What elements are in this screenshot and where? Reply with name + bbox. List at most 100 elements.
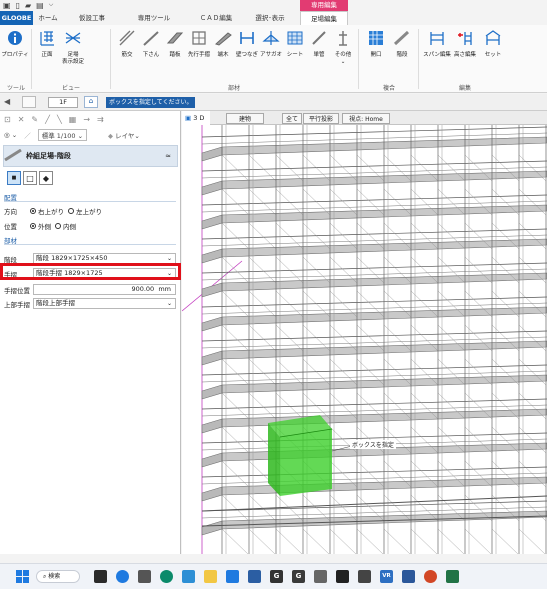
direction-up-left-radio[interactable] (68, 207, 74, 214)
tab-special-tools[interactable]: 専用ツール (134, 11, 174, 25)
open-folder-icon[interactable]: ▰ (25, 1, 31, 10)
edge-browser-icon[interactable] (116, 570, 129, 583)
point-mode-button[interactable]: ■ (7, 171, 21, 185)
brace-button[interactable]: 筋交 (114, 29, 140, 59)
ribbon: プロパティ 正面 足場 表示設定 筋交 下さん 踏板 先行手摺 端木 壁つなぎ ア… (0, 25, 547, 93)
mail-icon[interactable] (182, 570, 195, 583)
excel-icon[interactable] (446, 570, 459, 583)
qat-dropdown-icon[interactable]: ⌵ (49, 1, 54, 10)
vr-app-icon[interactable]: VR (380, 570, 393, 583)
wall-tie-button[interactable]: 壁つなぎ (234, 29, 260, 59)
floor-icon[interactable] (22, 96, 36, 108)
chevron-down-icon: ⌄ (340, 59, 346, 65)
opening-button[interactable]: 開口 (363, 29, 389, 59)
front-view-icon (38, 29, 56, 47)
undo-floor-icon[interactable]: ◀ (4, 97, 10, 106)
scaffold-model[interactable] (182, 111, 547, 554)
direction-up-right-radio[interactable] (30, 207, 36, 214)
asagao-button[interactable]: アサガオ (258, 29, 284, 59)
gloobe-architect-icon[interactable]: G (292, 570, 305, 583)
grid-icon[interactable]: ▦ (69, 115, 77, 124)
utility-icon[interactable] (358, 570, 371, 583)
single-pipe-button[interactable]: 単管 (306, 29, 332, 59)
taskbar-search[interactable]: ⌕ 検索 (36, 570, 80, 583)
height-edit-button[interactable]: 高さ編集 (452, 29, 478, 59)
quick-access-toolbar: ▣ ▯ ▰ ▤ ⌵ (3, 1, 53, 10)
tab-viewpoint[interactable]: 視点: Home (342, 113, 390, 124)
powerpoint-icon[interactable] (424, 570, 437, 583)
diagonal-icon[interactable]: ╲ (57, 115, 62, 124)
tab-all[interactable]: 全て (282, 113, 302, 124)
tab-cad-edit[interactable]: ＣＡＤ編集 (191, 11, 241, 25)
arrow-right-icon[interactable]: → (83, 115, 90, 124)
chat-icon[interactable] (160, 570, 173, 583)
set-button[interactable]: セット (480, 29, 506, 59)
tab-parallel-projection[interactable]: 平行投影 (303, 113, 339, 124)
app-menu-icon[interactable]: ▣ (3, 1, 11, 10)
word-icon[interactable] (402, 570, 415, 583)
tab-app-menu[interactable]: GLOOBE (0, 11, 33, 25)
tab-scaffold-edit[interactable]: 足場編集 (300, 11, 348, 25)
ribbon-separator (110, 29, 111, 89)
point-icon: ■ (11, 175, 17, 181)
end-stop-icon (214, 29, 232, 47)
box-tooltip: ボックスを指定 (350, 440, 396, 449)
explorer-icon[interactable] (204, 570, 217, 583)
selection-box-front[interactable] (280, 429, 332, 496)
viewport-tab-bar: ▣ 3 D 建物 全て 平行投影 視点: Home (182, 111, 547, 125)
tab-select-display[interactable]: 選択･表示 (249, 11, 291, 25)
scale-dropdown[interactable]: 標準 1/100 ⌄ (37, 129, 88, 141)
box-mode-button[interactable]: ◆ (39, 171, 53, 185)
snap-icon[interactable]: ⊡ (4, 115, 11, 124)
3d-viewport[interactable]: ▣ 3 D 建物 全て 平行投影 視点: Home ボックスを指定 (182, 111, 547, 554)
floor-selector[interactable]: 1F (48, 97, 78, 108)
handrail-position-input[interactable]: 900.00 mm (33, 284, 176, 295)
end-stop-button[interactable]: 端木 (210, 29, 236, 59)
context-tab-group-label: 専用編集 (300, 0, 348, 11)
shitasan-button[interactable]: 下さん (138, 29, 164, 59)
sheet-icon (286, 29, 304, 47)
tab-temporary-works[interactable]: 仮設工事 (75, 11, 109, 25)
placement-mode-group: ■ □ ◆ (7, 171, 53, 185)
front-view-button[interactable]: 正面 (34, 29, 60, 59)
single-pipe-icon (310, 29, 328, 47)
save-icon[interactable]: ▤ (36, 1, 44, 10)
upper-rail-dropdown[interactable]: 階段上部手摺 ⌄ (33, 298, 176, 309)
view-mode-3d[interactable]: ▣ 3 D (182, 111, 210, 125)
gloobe-viewer-icon[interactable] (336, 570, 349, 583)
line-icon[interactable]: ╱ (45, 115, 50, 124)
advance-rail-button[interactable]: 先行手摺 (186, 29, 212, 59)
scaffold-display-settings-button[interactable]: 足場 表示設定 (60, 29, 86, 66)
cross-icon[interactable]: ✕ (18, 115, 25, 124)
offset-icon[interactable]: ⇉ (97, 115, 104, 124)
collapse-icon[interactable]: ≈ (165, 152, 171, 160)
target-icon[interactable]: ◎ ⌄ (4, 131, 17, 139)
tab-building[interactable]: 建物 (226, 113, 264, 124)
app-icon[interactable] (138, 570, 151, 583)
other-parts-button[interactable]: その他 ⌄ (330, 29, 356, 66)
shitasan-icon (142, 29, 160, 47)
calculator-icon[interactable] (248, 570, 261, 583)
layer-button[interactable]: ◆ レイヤ⌄ (108, 130, 140, 140)
position-outside-radio[interactable] (30, 222, 36, 229)
rect-mode-button[interactable]: □ (23, 171, 37, 185)
group-label-parts: 部材 (227, 85, 240, 92)
windows-start-icon[interactable] (16, 570, 29, 583)
height-edit-icon (456, 29, 474, 47)
sheet-button[interactable]: シート (282, 29, 308, 59)
stairs-button[interactable]: 階段 (389, 29, 415, 59)
span-edit-button[interactable]: スパン編集 (423, 29, 451, 59)
gloobe-icon[interactable]: G (270, 570, 283, 583)
building-app-icon[interactable] (314, 570, 327, 583)
position-inside-radio[interactable] (55, 222, 61, 229)
new-file-icon[interactable]: ▯ (16, 1, 20, 10)
plank-button[interactable]: 踏板 (162, 29, 188, 59)
task-view-icon[interactable] (94, 570, 107, 583)
ribbon-separator (31, 29, 32, 89)
property-button[interactable]: プロパティ (1, 29, 29, 59)
floor-up-icon[interactable]: ⌂ (84, 96, 98, 108)
handrail-highlight-box (0, 263, 181, 280)
store-icon[interactable] (226, 570, 239, 583)
tab-home[interactable]: ホーム (36, 11, 60, 25)
pen-icon[interactable]: ✎ (31, 115, 38, 124)
